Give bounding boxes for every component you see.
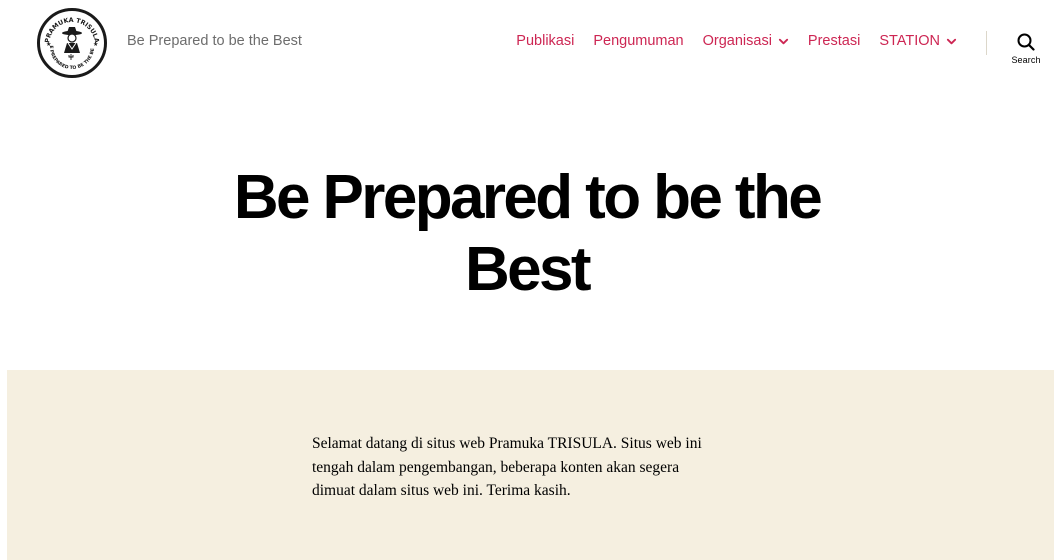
welcome-line: tengah dalam pengembangan, beberapa kont… [312,458,680,476]
nav-item-label[interactable]: Prestasi [808,33,860,49]
nav-item-publikasi[interactable]: Publikasi [516,33,574,49]
site-logo[interactable]: PRAMUKA TRISULA BE PREPARED TO BE THE BE… [37,8,107,78]
site-header: PRAMUKA TRISULA BE PREPARED TO BE THE BE… [0,0,1054,90]
nav-item-prestasi[interactable]: Prestasi [808,33,860,49]
welcome-line: Selamat datang di situs web Pramuka TRIS… [312,435,702,452]
search-icon[interactable] [1017,33,1035,51]
search-label[interactable]: Search [1006,55,1046,65]
primary-navigation: Publikasi Pengumuman Organisasi Prestasi… [516,33,957,49]
search-toggle-button[interactable]: Search [1006,33,1046,73]
nav-divider [986,31,987,55]
nav-item-pengumuman[interactable]: Pengumuman [593,33,683,49]
svg-text:★: ★ [93,41,98,48]
page-title-line: Best [465,235,592,304]
chevron-down-icon[interactable] [946,36,957,47]
content-section: Selamat datang di situs web Pramuka TRIS… [7,370,1054,560]
nav-item-organisasi[interactable]: Organisasi [703,33,789,49]
nav-item-label[interactable]: Organisasi [703,33,772,49]
page-title-line: Be Prepared to be the [233,163,823,232]
site-tagline: Be Prepared to be the Best [127,33,302,49]
scout-emblem-icon: PRAMUKA TRISULA BE PREPARED TO BE THE BE… [40,11,102,73]
page-title: Be Prepared to be the Best [0,162,1054,306]
welcome-line: dimuat dalam situs web ini. Terima kasih… [312,482,571,499]
svg-text:★: ★ [46,41,51,48]
chevron-down-icon[interactable] [778,36,789,47]
nav-item-station[interactable]: STATION [879,33,957,49]
nav-item-label[interactable]: Pengumuman [593,33,683,49]
nav-item-label[interactable]: STATION [879,33,940,49]
welcome-paragraph: Selamat datang di situs web Pramuka TRIS… [312,432,762,503]
nav-item-label[interactable]: Publikasi [516,33,574,49]
